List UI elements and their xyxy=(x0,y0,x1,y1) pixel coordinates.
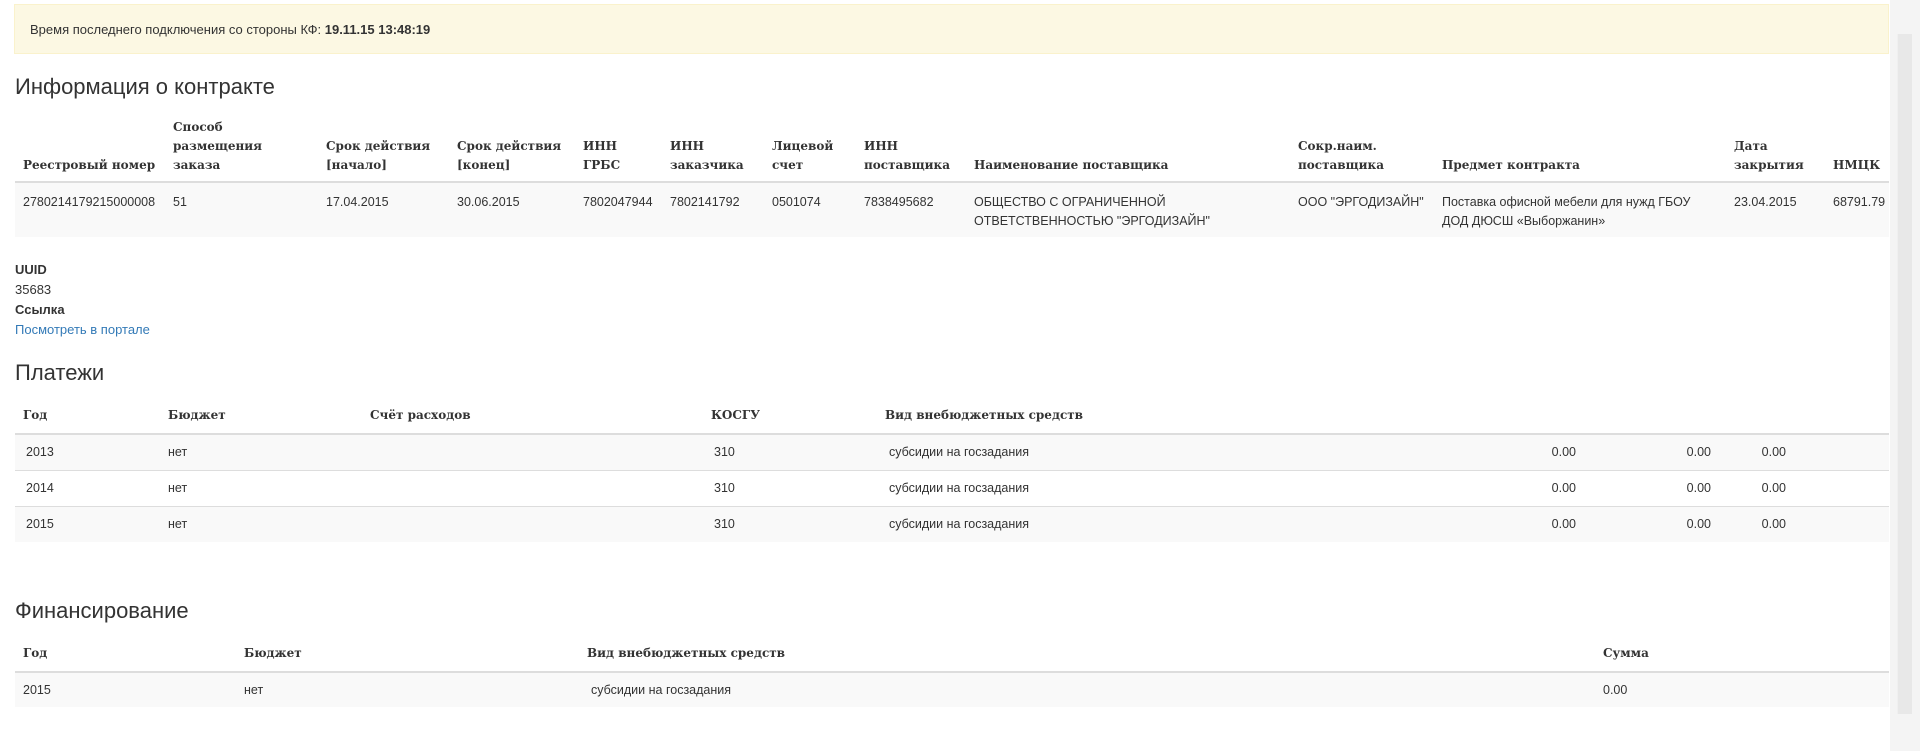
col-extrabudget-type: Вид внебюджетных средств xyxy=(877,400,1447,435)
amount-2: 0.00 xyxy=(1584,506,1719,542)
col-personal-account: Лицевой счет xyxy=(764,118,856,183)
registry-number: 2780214179215000008 xyxy=(23,195,156,209)
kosgu: 310 xyxy=(703,470,877,507)
col-inn-customer: ИНН заказчика xyxy=(662,118,764,183)
amount-2: 0.00 xyxy=(1686,445,1711,459)
scrollbar-thumb[interactable] xyxy=(1897,34,1912,714)
col-placement-method: Способ размещения заказа xyxy=(165,118,318,183)
expense-account xyxy=(362,434,703,471)
financing-table: Год Бюджет Вид внебюджетных средств Сумм… xyxy=(15,638,1889,707)
page: Время последнего подключения со стороны … xyxy=(0,0,1920,751)
inn-supplier: 7838495682 xyxy=(864,195,934,209)
inn-grbs: 7802047944 xyxy=(583,195,653,209)
year: 2014 xyxy=(15,470,160,507)
amount-2: 0.00 xyxy=(1584,470,1719,507)
nmck: 68791.79 xyxy=(1833,195,1886,209)
col-expense-account: Счёт расходов xyxy=(362,400,703,435)
col-kosgu: КОСГУ xyxy=(703,400,877,435)
col-nmck: НМЦК xyxy=(1825,118,1889,183)
amount-1: 0.00 xyxy=(1551,445,1576,459)
amount-3: 0.00 xyxy=(1761,445,1786,459)
close-date: 23.04.2015 xyxy=(1734,195,1797,209)
col-budget: Бюджет xyxy=(236,638,579,673)
budget: нет xyxy=(244,683,264,697)
table-row: 2015 нет 310 субсидии на госзадания 0.00… xyxy=(15,506,1889,542)
table-row: 2780214179215000008 51 17.04.2015 30.06.… xyxy=(15,182,1889,237)
col-term-start: Срок действия [начало] xyxy=(318,118,449,183)
col-inn-grbs: ИНН ГРБС xyxy=(575,118,662,183)
inn-customer: 7802141792 xyxy=(670,195,740,209)
payments-header-row: Год Бюджет Счёт расходов КОСГУ Вид внебю… xyxy=(15,400,1889,435)
amount-3: 0.00 xyxy=(1719,470,1889,507)
col-year: Год xyxy=(15,638,236,673)
financing-header-row: Год Бюджет Вид внебюджетных средств Сумм… xyxy=(15,638,1889,673)
vertical-scrollbar[interactable] xyxy=(1890,0,1920,751)
amount-3: 0.00 xyxy=(1719,506,1889,542)
extrabudget-type: субсидии на госзадания xyxy=(889,445,1030,459)
sum: 0.00 xyxy=(1603,683,1628,697)
last-connection-alert: Время последнего подключения со стороны … xyxy=(14,4,1889,54)
extrabudget-type: субсидии на госзадания xyxy=(877,470,1447,507)
extrabudget-type: субсидии на госзадания xyxy=(591,683,732,697)
last-connection-label: Время последнего подключения со стороны … xyxy=(30,22,322,37)
budget: нет xyxy=(168,445,188,459)
year: 2015 xyxy=(15,506,160,542)
supplier-short-name: ООО "ЭРГОДИЗАЙН" xyxy=(1298,195,1424,209)
amount-1: 0.00 xyxy=(1447,506,1584,542)
col-term-end: Срок действия [конец] xyxy=(449,118,575,183)
expense-account xyxy=(362,470,703,507)
col-inn-supplier: ИНН поставщика xyxy=(856,118,966,183)
contract-subject: Поставка офисной мебели для нужд ГБОУ ДО… xyxy=(1442,195,1691,228)
payments-section-title: Платежи xyxy=(15,360,105,385)
col-supplier-short-name: Сокр.наим. поставщика xyxy=(1290,118,1434,183)
year: 2013 xyxy=(26,445,54,459)
amount-1: 0.00 xyxy=(1447,470,1584,507)
link-label: Ссылка xyxy=(15,302,65,317)
budget: нет xyxy=(160,506,362,542)
year: 2015 xyxy=(23,683,51,697)
financing-section-title: Финансирование xyxy=(15,598,189,623)
table-row: 2015 нет субсидии на госзадания 0.00 xyxy=(15,672,1889,707)
col-supplier-name: Наименование поставщика xyxy=(966,118,1290,183)
col-year: Год xyxy=(15,400,160,435)
kosgu: 310 xyxy=(714,445,735,459)
kosgu: 310 xyxy=(703,506,877,542)
col-amount-1 xyxy=(1447,400,1584,435)
payments-table: Год Бюджет Счёт расходов КОСГУ Вид внебю… xyxy=(15,400,1889,542)
col-sum: Сумма xyxy=(1595,638,1889,673)
contract-header-row: Реестровый номер Способ размещения заказ… xyxy=(15,118,1889,183)
col-contract-subject: Предмет контракта xyxy=(1434,118,1726,183)
col-budget: Бюджет xyxy=(160,400,362,435)
uuid-value: 35683 xyxy=(15,282,52,297)
contract-meta: UUID 35683 Ссылка Посмотреть в портале xyxy=(15,260,150,340)
budget: нет xyxy=(160,470,362,507)
table-row: 2014 нет 310 субсидии на госзадания 0.00… xyxy=(15,470,1889,507)
portal-link[interactable]: Посмотреть в портале xyxy=(15,322,150,337)
contract-section-title: Информация о контракте xyxy=(15,74,275,99)
uuid-label: UUID xyxy=(15,262,47,277)
extrabudget-type: субсидии на госзадания xyxy=(877,506,1447,542)
personal-account: 0501074 xyxy=(772,195,821,209)
col-registry-number: Реестровый номер xyxy=(15,118,165,183)
col-extrabudget-type: Вид внебюджетных средств xyxy=(579,638,1595,673)
expense-account xyxy=(362,506,703,542)
col-close-date: Дата закрытия xyxy=(1726,118,1825,183)
term-start: 17.04.2015 xyxy=(326,195,389,209)
term-end: 30.06.2015 xyxy=(457,195,520,209)
last-connection-time: 19.11.15 13:48:19 xyxy=(324,22,431,37)
placement-method: 51 xyxy=(173,195,187,209)
col-amount-2 xyxy=(1584,400,1719,435)
supplier-name: ОБЩЕСТВО С ОГРАНИЧЕННОЙ ОТВЕТСТВЕННОСТЬЮ… xyxy=(974,195,1210,228)
contract-table: Реестровый номер Способ размещения заказ… xyxy=(15,118,1889,237)
table-row: 2013 нет 310 субсидии на госзадания 0.00… xyxy=(15,434,1889,471)
col-amount-3 xyxy=(1719,400,1889,435)
